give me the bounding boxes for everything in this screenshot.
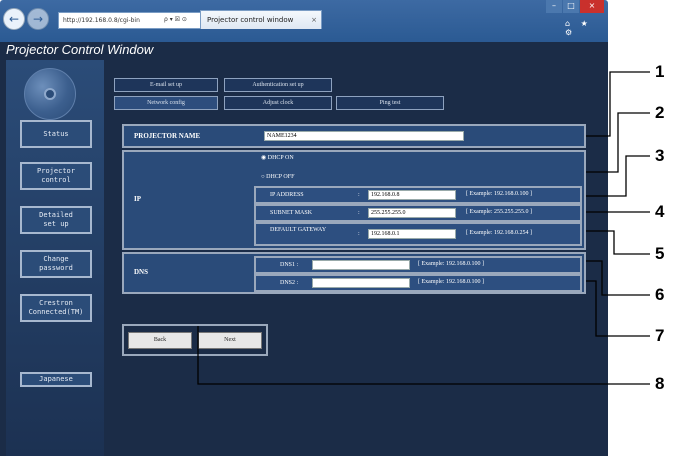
callout-5: 5: [655, 244, 665, 263]
callout-line-2: [586, 112, 650, 173]
callout-lines: [197, 71, 650, 385]
callout-line-5: [586, 230, 650, 255]
callout-line-7: [586, 280, 650, 337]
callout-7: 7: [655, 326, 665, 345]
callout-1: 1: [655, 62, 665, 81]
callout-6: 6: [655, 285, 665, 304]
callout-4: 4: [655, 202, 665, 221]
callout-3: 3: [655, 146, 665, 165]
callout-2: 2: [655, 103, 665, 122]
callout-line-8: [197, 326, 650, 385]
callout-8: 8: [655, 374, 665, 393]
